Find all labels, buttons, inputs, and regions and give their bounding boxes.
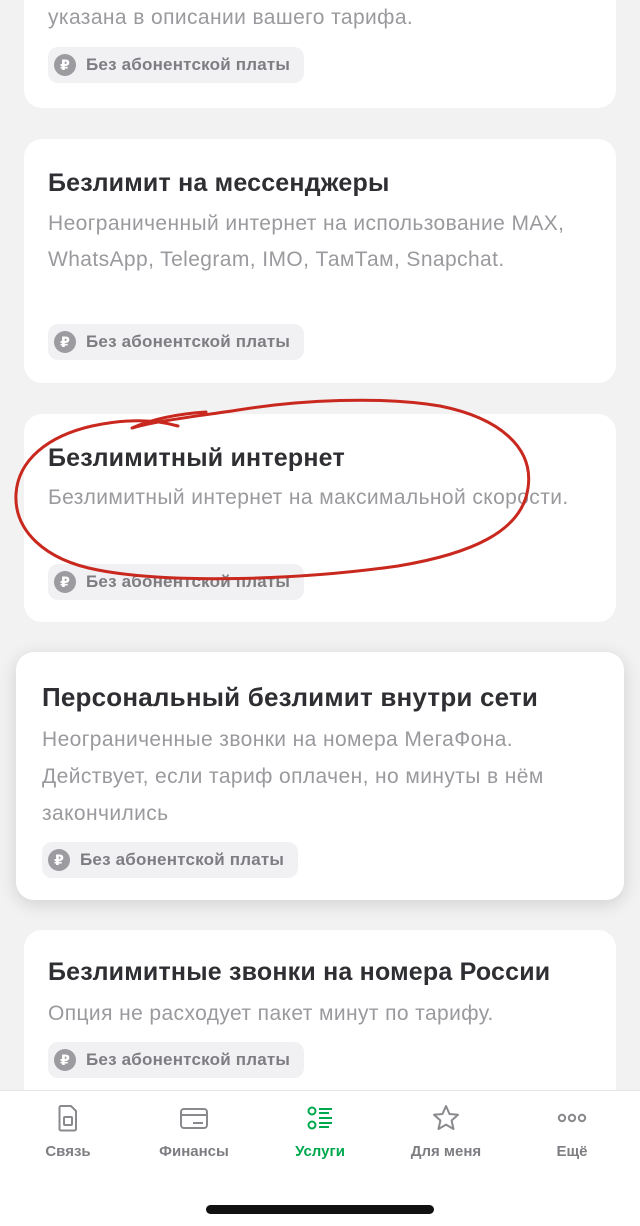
price-chip-label: Без абонентской платы (86, 55, 291, 74)
tab-finance[interactable]: Финансы (130, 1103, 258, 1167)
ruble-icon: ₽ (54, 331, 76, 353)
price-chip: ₽ Без абонентской платы (48, 564, 305, 600)
ruble-icon: ₽ (54, 54, 76, 76)
service-description: Безлимитный интернет на максимальной ско… (48, 486, 569, 509)
home-indicator[interactable] (206, 1205, 434, 1214)
service-card[interactable]: указана в описании вашего тарифа. ₽ Без … (24, 0, 616, 108)
tab-label: Для меня (410, 1143, 482, 1160)
price-chip: ₽ Без абонентской платы (42, 842, 299, 878)
service-title: Безлимит на мессенджеры (48, 169, 390, 197)
tab-label: Ещё (556, 1143, 588, 1160)
service-title: Безлимитный интернет (48, 444, 345, 472)
price-chip: ₽ Без абонентской платы (48, 1042, 305, 1078)
services-list-icon (307, 1106, 332, 1130)
service-card[interactable]: Безлимит на мессенджеры Неограниченный и… (24, 139, 616, 383)
tab-svyaz[interactable]: Связь (4, 1103, 132, 1167)
tab-label: Связь (45, 1143, 91, 1160)
service-description: Неограниченный интернет на использование… (48, 212, 565, 271)
service-card[interactable]: Безлимитный интернет Безлимитный интерне… (24, 414, 616, 622)
star-icon (433, 1105, 459, 1130)
tab-for-me[interactable]: Для меня (382, 1103, 510, 1167)
ruble-icon: ₽ (54, 1049, 76, 1071)
ruble-icon: ₽ (54, 571, 76, 593)
price-chip-label: Без абонентской платы (86, 1050, 291, 1069)
price-chip: ₽ Без абонентской платы (48, 324, 305, 360)
price-chip-label: Без абонентской платы (80, 850, 285, 869)
price-chip: ₽ Без абонентской платы (48, 47, 305, 83)
service-description: Неограниченные звонки на номера МегаФона… (42, 728, 544, 825)
price-chip-label: Без абонентской платы (86, 572, 291, 591)
wallet-icon (180, 1108, 208, 1129)
tab-services[interactable]: Услуги (256, 1103, 384, 1167)
more-dots-icon (557, 1113, 587, 1123)
sim-card-icon (58, 1105, 77, 1132)
services-screen: указана в описании вашего тарифа. ₽ Без … (0, 0, 640, 1226)
service-description: указана в описании вашего тарифа. (48, 6, 414, 29)
tab-label: Финансы (159, 1143, 229, 1160)
service-card[interactable]: Персональный безлимит внутри сети Неогра… (16, 652, 624, 900)
service-title: Персональный безлимит внутри сети (42, 682, 539, 712)
tab-label: Услуги (295, 1143, 345, 1160)
service-title: Безлимитные звонки на номера России (48, 958, 551, 986)
tab-more[interactable]: Ещё (508, 1103, 636, 1167)
service-description: Опция не расходует пакет минут по тарифу… (48, 1002, 494, 1025)
price-chip-label: Без абонентской платы (86, 332, 291, 351)
ruble-icon: ₽ (48, 849, 70, 871)
